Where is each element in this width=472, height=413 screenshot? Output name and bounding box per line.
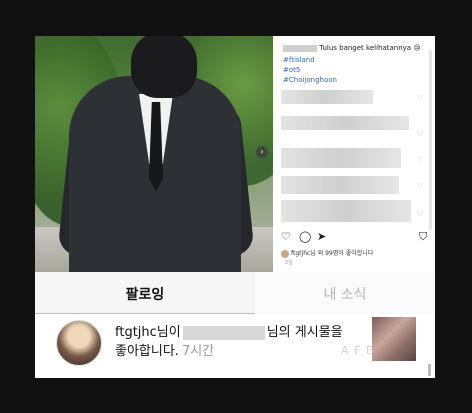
notification-text: 님이 (156, 325, 181, 340)
post-time: 2일 (285, 260, 293, 266)
panel-scrollbar[interactable] (429, 50, 432, 230)
comment-heart-icon[interactable]: ♡ (417, 182, 423, 190)
liker-avatar (281, 249, 289, 258)
post-caption: Tulus banget kelihatannya 😢 (283, 44, 421, 52)
tab-my-news-label: 내 소식 (323, 287, 367, 303)
next-image-icon[interactable]: › (256, 146, 268, 158)
comment-heart-icon[interactable]: ♡ (417, 210, 423, 218)
blurred-comment (281, 116, 409, 130)
scrollbar[interactable] (428, 364, 431, 376)
redacted-username (182, 325, 265, 340)
post-thumbnail[interactable] (372, 317, 416, 361)
post-comments-panel: Tulus banget kelihatannya 😢 #ftisland #o… (273, 36, 435, 272)
comment-heart-icon[interactable]: ♡ (417, 130, 423, 138)
avatar[interactable] (56, 320, 102, 366)
blurred-comment (281, 200, 411, 222)
notification-time: 7시간 (181, 344, 215, 359)
notification-text: 좋아합니다. (115, 344, 179, 359)
likes-summary[interactable]: ftgtjhc님 외 99명이 좋아합니다 (281, 248, 373, 258)
tab-my-news[interactable]: 내 소식 (255, 272, 435, 314)
notification-text-line2: 좋아합니다. 7시간 (115, 340, 214, 359)
comment-heart-icon[interactable]: ♡ (417, 94, 423, 102)
heart-icon[interactable]: ♡ (281, 230, 291, 243)
redacted-username (283, 44, 317, 52)
comment-icon[interactable]: ◯ (299, 230, 311, 243)
post-actions: ♡ ◯ ➤ ⛉ (281, 230, 431, 244)
tab-following-label: 팔로잉 (125, 287, 165, 303)
blurred-comment (281, 148, 401, 168)
caption-text: Tulus banget kelihatannya 😢 (319, 44, 421, 52)
notification-text: 님의 게시물을 (266, 325, 343, 340)
notification-row[interactable]: ftgtjhc님이 님의 게시물을 좋아합니다. 7시간 A F E X (35, 314, 435, 378)
post-photo[interactable]: › (35, 36, 273, 272)
hashtag[interactable]: #ot5 (283, 66, 300, 74)
activity-tabs: 팔로잉 내 소식 (35, 272, 435, 314)
blurred-comment (281, 90, 373, 104)
notification-username[interactable]: ftgtjhc (115, 325, 157, 340)
blurred-comment (281, 176, 399, 194)
hashtag[interactable]: #Choijonghoon (283, 76, 337, 84)
person-head (131, 36, 197, 98)
hashtag[interactable]: #ftisland (283, 56, 315, 64)
notification-text-line1: ftgtjhc님이 님의 게시물을 (115, 321, 343, 340)
comment-heart-icon[interactable]: ♡ (417, 156, 423, 164)
bookmark-icon[interactable]: ⛉ (419, 230, 427, 244)
share-icon[interactable]: ➤ (317, 230, 326, 243)
tab-following[interactable]: 팔로잉 (35, 272, 255, 314)
screenshot-frame: › Tulus banget kelihatannya 😢 #ftisland … (35, 36, 435, 378)
likes-text: ftgtjhc님 외 99명이 좋아합니다 (291, 250, 374, 257)
